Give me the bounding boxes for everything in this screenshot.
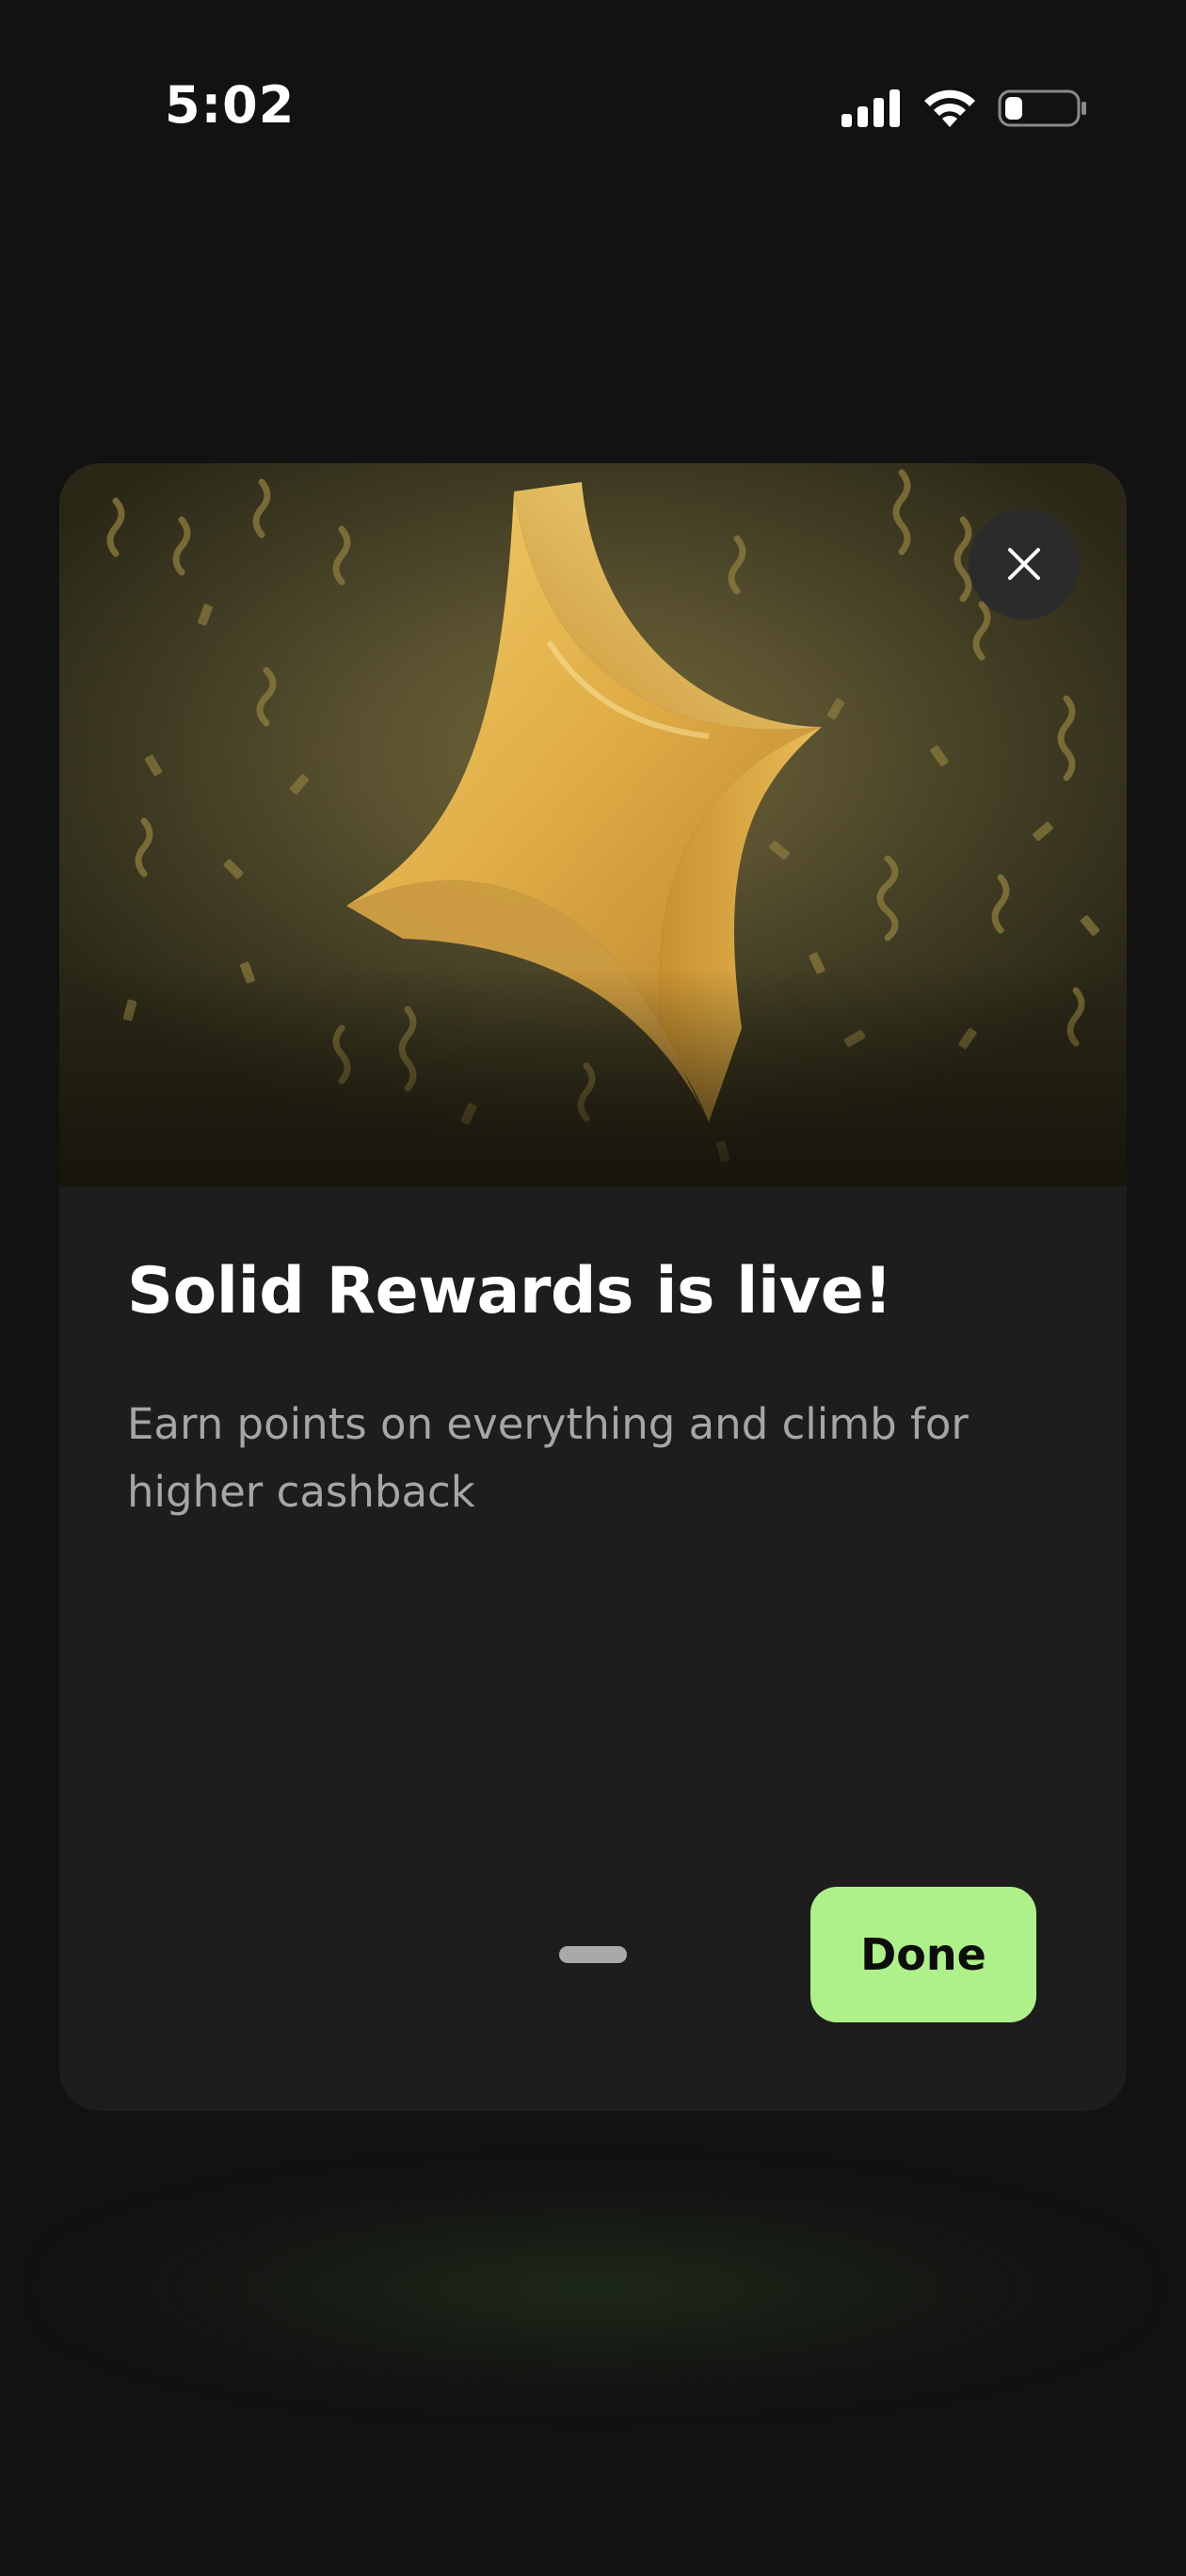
hero-image	[59, 463, 1127, 1186]
modal-title: Solid Rewards is live!	[127, 1254, 892, 1328]
close-icon	[1008, 548, 1040, 580]
screen: 5:02 Solid Rewards is live! Earn points …	[0, 0, 1186, 2576]
page-indicator	[559, 1946, 627, 1963]
battery-low-icon	[998, 89, 1086, 127]
announcement-modal: Solid Rewards is live! Earn points on ev…	[59, 463, 1127, 2111]
status-icons	[840, 85, 1088, 132]
background-glow	[38, 2165, 1148, 2410]
status-bar: 5:02	[0, 0, 1186, 217]
status-time: 5:02	[165, 75, 296, 135]
close-button[interactable]	[969, 508, 1080, 620]
done-button[interactable]: Done	[810, 1887, 1036, 2022]
wifi-icon	[924, 89, 975, 127]
gold-star-illustration	[106, 469, 1100, 1163]
cellular-signal-icon	[841, 89, 900, 127]
modal-description: Earn points on everything and climb for …	[127, 1399, 969, 1517]
